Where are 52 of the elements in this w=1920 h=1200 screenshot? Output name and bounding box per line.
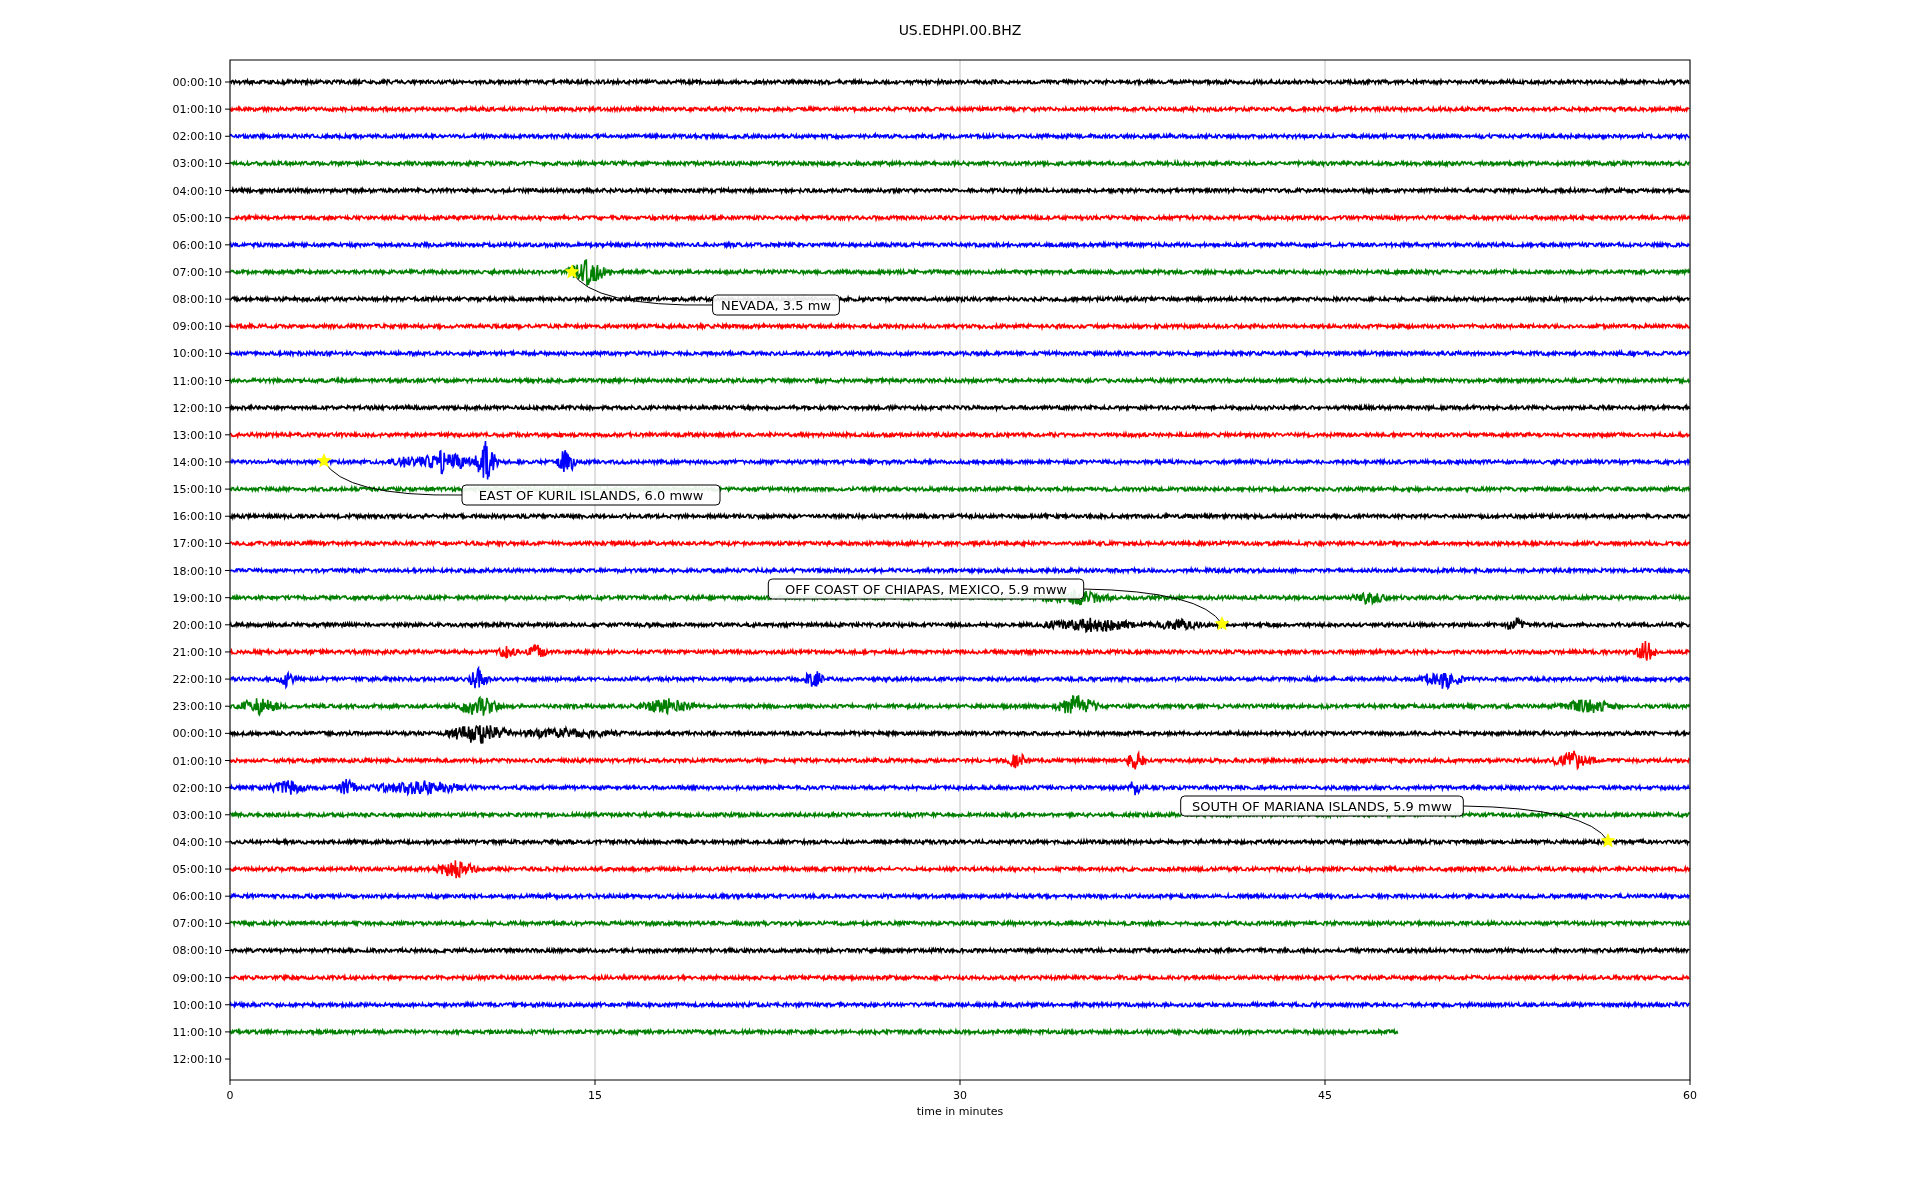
star-icon xyxy=(1214,616,1230,631)
y-tick-label: 11:00:10 xyxy=(172,1025,222,1039)
y-tick-label: 23:00:10 xyxy=(172,700,222,714)
y-tick-label: 05:00:10 xyxy=(172,211,222,225)
x-axis-label: time in minutes xyxy=(916,1105,1004,1118)
y-tick-label: 05:00:10 xyxy=(172,863,222,877)
y-tick-label: 20:00:10 xyxy=(172,618,222,632)
x-tick-label: 45 xyxy=(1318,1089,1332,1102)
y-tick-label: 10:00:10 xyxy=(172,998,222,1012)
y-tick-label: 18:00:10 xyxy=(172,564,222,578)
y-tick-label: 10:00:10 xyxy=(172,347,222,361)
x-tick-label: 0 xyxy=(226,1089,234,1102)
y-tick-label: 17:00:10 xyxy=(172,537,222,551)
star-icon xyxy=(316,453,332,468)
y-tick-label: 16:00:10 xyxy=(172,510,222,524)
event-label: SOUTH OF MARIANA ISLANDS, 5.9 mww xyxy=(1180,795,1464,817)
star-icon xyxy=(564,264,580,279)
y-tick-label: 09:00:10 xyxy=(172,971,222,985)
y-tick-label: 22:00:10 xyxy=(172,673,222,687)
y-tick-label: 14:00:10 xyxy=(172,455,222,469)
event-label: NEVADA, 3.5 mw xyxy=(712,294,840,316)
y-tick-label: 19:00:10 xyxy=(172,591,222,605)
y-tick-label: 03:00:10 xyxy=(172,157,222,171)
event-label: OFF COAST OF CHIAPAS, MEXICO, 5.9 mww xyxy=(767,578,1085,600)
y-tick-label: 12:00:10 xyxy=(172,1053,222,1067)
y-tick-label: 01:00:10 xyxy=(172,754,222,768)
y-tick-label: 02:00:10 xyxy=(172,130,222,144)
y-tick-label: 00:00:10 xyxy=(172,727,222,741)
y-tick-label: 03:00:10 xyxy=(172,808,222,822)
chart-title: US.EDHPI.00.BHZ xyxy=(898,22,1022,38)
y-tick-label: 02:00:10 xyxy=(172,781,222,795)
y-tick-label: 08:00:10 xyxy=(172,293,222,307)
y-tick-label: 09:00:10 xyxy=(172,320,222,334)
y-tick-label: 13:00:10 xyxy=(172,428,222,442)
star-icon xyxy=(1600,833,1616,848)
y-tick-label: 06:00:10 xyxy=(172,238,222,252)
y-tick-label: 07:00:10 xyxy=(172,917,222,931)
x-tick-label: 30 xyxy=(953,1089,967,1102)
y-tick-label: 15:00:10 xyxy=(172,483,222,497)
y-tick-label: 00:00:10 xyxy=(172,76,222,89)
x-tick-label: 15 xyxy=(588,1089,602,1102)
y-tick-label: 12:00:10 xyxy=(172,401,222,415)
y-tick-label: 11:00:10 xyxy=(172,374,222,388)
y-tick-label: 04:00:10 xyxy=(172,835,222,849)
y-tick-label: 21:00:10 xyxy=(172,645,222,659)
event-label: EAST OF KURIL ISLANDS, 6.0 mww xyxy=(461,484,721,506)
y-tick-label: 08:00:10 xyxy=(172,944,222,958)
y-tick-label: 01:00:10 xyxy=(172,103,222,117)
x-tick-label: 60 xyxy=(1683,1089,1697,1102)
y-tick-label: 07:00:10 xyxy=(172,266,222,279)
y-tick-label: 06:00:10 xyxy=(172,890,222,904)
y-tick-label: 04:00:10 xyxy=(172,184,222,198)
